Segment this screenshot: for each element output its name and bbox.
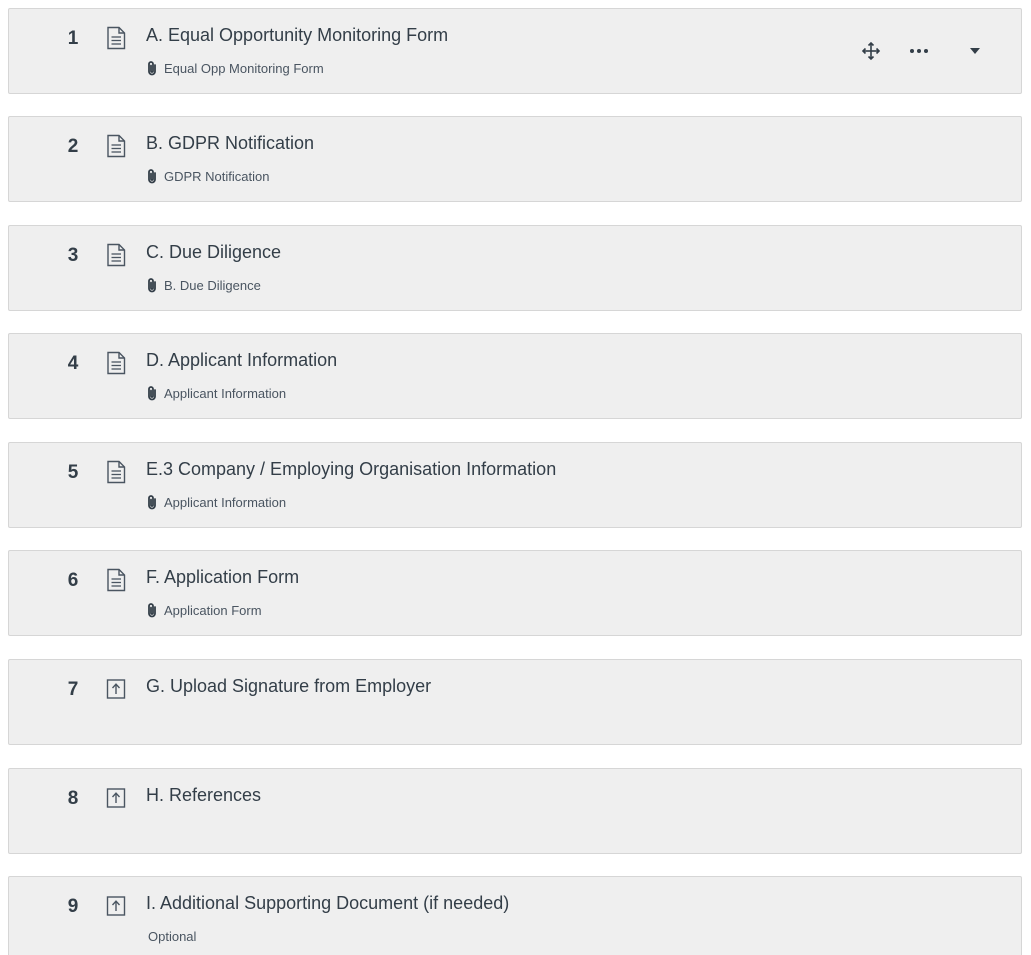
question-number: 5 bbox=[67, 462, 79, 483]
subtitle-text: Optional bbox=[148, 928, 197, 944]
more-options-icon[interactable] bbox=[907, 41, 931, 61]
question-list: 1 A. Equal Opportunity Monitoring Form E… bbox=[0, 0, 1031, 955]
question-card[interactable]: 6 F. Application Form Application Form bbox=[8, 550, 1022, 636]
question-number: 6 bbox=[67, 570, 79, 591]
document-icon bbox=[106, 351, 126, 375]
question-title[interactable]: C. Due Diligence bbox=[146, 242, 281, 263]
paperclip-icon bbox=[146, 60, 158, 76]
subtitle-text: GDPR Notification bbox=[164, 168, 270, 184]
linked-page-label: B. Due Diligence bbox=[146, 276, 261, 294]
linked-page-label: GDPR Notification bbox=[146, 167, 269, 185]
question-card[interactable]: 7 G. Upload Signature from Employer bbox=[8, 659, 1022, 745]
question-number: 2 bbox=[67, 136, 79, 157]
question-title[interactable]: I. Additional Supporting Document (if ne… bbox=[146, 893, 509, 914]
optional-label: Optional bbox=[148, 927, 196, 945]
document-icon bbox=[106, 26, 126, 50]
question-number: 4 bbox=[67, 353, 79, 374]
paperclip-icon bbox=[146, 277, 158, 293]
question-card[interactable]: 3 C. Due Diligence B. Due Diligence bbox=[8, 225, 1022, 311]
question-number: 7 bbox=[67, 679, 79, 700]
question-card[interactable]: 5 E.3 Company / Employing Organisation I… bbox=[8, 442, 1022, 528]
question-title[interactable]: D. Applicant Information bbox=[146, 350, 337, 371]
paperclip-icon bbox=[146, 494, 158, 510]
linked-page-label: Equal Opp Monitoring Form bbox=[146, 59, 324, 77]
question-title[interactable]: E.3 Company / Employing Organisation Inf… bbox=[146, 459, 556, 480]
question-title[interactable]: H. References bbox=[146, 785, 261, 806]
move-icon[interactable] bbox=[861, 41, 881, 61]
subtitle-text: Applicant Information bbox=[164, 494, 287, 510]
question-card[interactable]: 8 H. References bbox=[8, 768, 1022, 854]
question-number: 3 bbox=[67, 245, 79, 266]
question-card[interactable]: 4 D. Applicant Information Applicant Inf… bbox=[8, 333, 1022, 419]
document-icon bbox=[106, 134, 126, 158]
question-card[interactable]: 2 B. GDPR Notification GDPR Notification bbox=[8, 116, 1022, 202]
row-actions bbox=[861, 39, 983, 63]
question-card[interactable]: 1 A. Equal Opportunity Monitoring Form E… bbox=[8, 8, 1022, 94]
subtitle-text: Equal Opp Monitoring Form bbox=[164, 60, 324, 76]
question-title[interactable]: B. GDPR Notification bbox=[146, 133, 314, 154]
upload-icon bbox=[106, 894, 126, 918]
question-title[interactable]: F. Application Form bbox=[146, 567, 299, 588]
document-icon bbox=[106, 243, 126, 267]
question-number: 1 bbox=[67, 28, 79, 49]
document-icon bbox=[106, 460, 126, 484]
paperclip-icon bbox=[146, 168, 158, 184]
linked-page-label: Applicant Information bbox=[146, 384, 286, 402]
document-icon bbox=[106, 568, 126, 592]
paperclip-icon bbox=[146, 385, 158, 401]
question-title[interactable]: A. Equal Opportunity Monitoring Form bbox=[146, 25, 448, 46]
question-number: 9 bbox=[67, 896, 79, 917]
subtitle-text: Applicant Information bbox=[164, 385, 287, 401]
linked-page-label: Applicant Information bbox=[146, 493, 286, 511]
upload-icon bbox=[106, 786, 126, 810]
caret-down-icon[interactable] bbox=[967, 41, 983, 61]
question-title[interactable]: G. Upload Signature from Employer bbox=[146, 676, 431, 697]
linked-page-label: Application Form bbox=[146, 601, 262, 619]
upload-icon bbox=[106, 677, 126, 701]
subtitle-text: B. Due Diligence bbox=[164, 277, 261, 293]
subtitle-text: Application Form bbox=[164, 602, 262, 618]
paperclip-icon bbox=[146, 602, 158, 618]
question-number: 8 bbox=[67, 788, 79, 809]
question-card[interactable]: 9 I. Additional Supporting Document (if … bbox=[8, 876, 1022, 955]
